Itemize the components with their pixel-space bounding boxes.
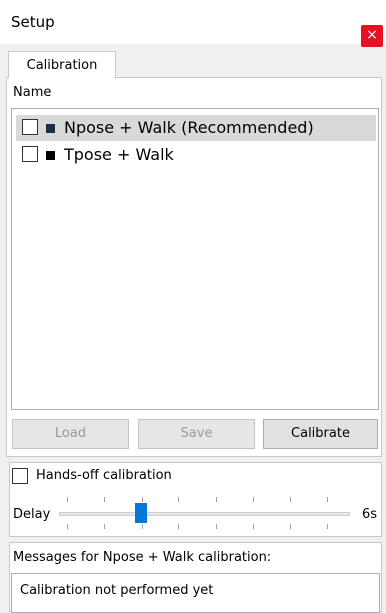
list-item-tpose-walk[interactable]: Tpose + Walk: [16, 142, 376, 168]
delay-label: Delay: [13, 507, 51, 522]
title-bar: Setup: [0, 0, 386, 44]
npose-color-swatch: [46, 124, 55, 133]
list-item-npose-walk[interactable]: Npose + Walk (Recommended): [16, 115, 376, 141]
delay-slider-tick: [216, 524, 217, 529]
save-button[interactable]: Save: [138, 419, 255, 449]
load-button[interactable]: Load: [12, 419, 129, 449]
calibration-list[interactable]: Npose + Walk (Recommended) Tpose + Walk: [11, 108, 379, 410]
delay-slider-tick: [216, 497, 217, 502]
delay-slider-tick: [253, 497, 254, 502]
close-button[interactable]: ×: [361, 25, 383, 47]
delay-slider-tick: [142, 497, 143, 502]
delay-slider-tick: [104, 524, 105, 529]
tpose-color-swatch: [46, 151, 55, 160]
tab-calibration[interactable]: Calibration: [8, 51, 116, 78]
tpose-walk-label: Tpose + Walk: [64, 145, 174, 164]
handsoff-checkbox[interactable]: [12, 468, 28, 484]
name-column-header: Name: [13, 85, 52, 100]
delay-slider-tick: [178, 524, 179, 529]
delay-slider-tick: [253, 524, 254, 529]
delay-slider-tick: [178, 497, 179, 502]
handsoff-label: Hands-off calibration: [36, 468, 172, 483]
window-title: Setup: [11, 13, 55, 31]
delay-slider-track[interactable]: [59, 512, 350, 516]
delay-value: 6s: [362, 507, 378, 522]
delay-slider-tick: [67, 524, 68, 529]
messages-header: Messages for Npose + Walk calibration:: [13, 550, 272, 565]
delay-slider-tick: [327, 524, 328, 529]
delay-slider-tick: [327, 497, 328, 502]
delay-slider-tick: [142, 524, 143, 529]
npose-walk-checkbox[interactable]: [22, 119, 38, 135]
delay-slider-tick: [67, 497, 68, 502]
delay-slider-thumb[interactable]: [135, 503, 147, 523]
delay-slider-tick: [290, 497, 291, 502]
message-text: Calibration not performed yet: [20, 583, 214, 598]
calibrate-button[interactable]: Calibrate: [263, 419, 378, 449]
tpose-walk-checkbox[interactable]: [22, 146, 38, 162]
delay-slider-tick: [104, 497, 105, 502]
delay-slider-tick: [290, 524, 291, 529]
npose-walk-label: Npose + Walk (Recommended): [64, 118, 314, 137]
